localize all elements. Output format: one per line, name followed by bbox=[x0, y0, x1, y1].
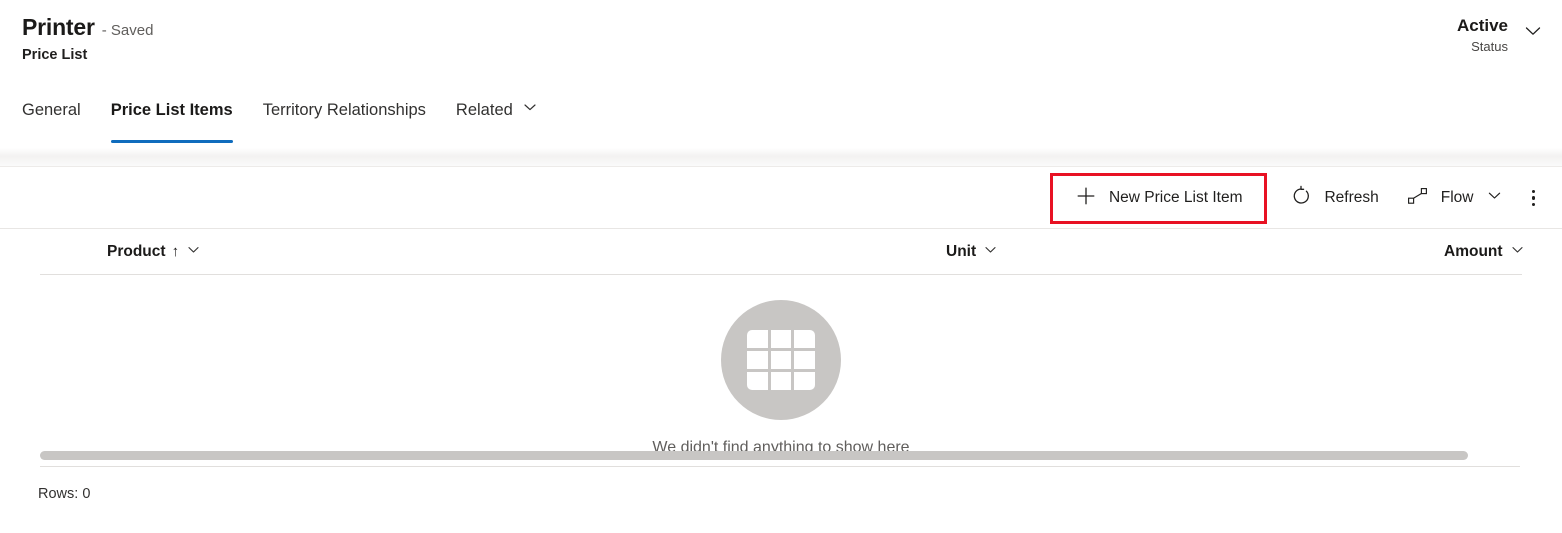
refresh-icon bbox=[1290, 185, 1312, 212]
horizontal-scrollbar[interactable] bbox=[40, 451, 1520, 460]
new-price-list-item-button[interactable]: New Price List Item bbox=[1049, 172, 1268, 224]
price-list-items-grid: Product ↑ Unit Amount We didn't find any… bbox=[0, 229, 1562, 533]
record-title-block: Printer - Saved Price List bbox=[22, 14, 153, 63]
record-entity-subtitle: Price List bbox=[22, 47, 88, 63]
grid-glyph bbox=[747, 330, 815, 390]
table-grid-icon bbox=[721, 300, 841, 420]
flow-icon bbox=[1407, 186, 1429, 211]
grid-empty-state: We didn't find anything to show here bbox=[0, 275, 1562, 457]
column-header-unit[interactable]: Unit bbox=[946, 229, 998, 274]
chevron-down-icon[interactable] bbox=[1510, 242, 1525, 262]
status-label: Status bbox=[1471, 39, 1508, 54]
save-state-label: - Saved bbox=[101, 22, 154, 39]
chevron-down-icon bbox=[1486, 187, 1503, 209]
tab-related[interactable]: Related bbox=[441, 88, 553, 122]
tab-general[interactable]: General bbox=[22, 88, 96, 122]
more-commands-button[interactable] bbox=[1521, 181, 1547, 216]
tab-price-list-items[interactable]: Price List Items bbox=[96, 88, 248, 143]
refresh-button[interactable]: Refresh bbox=[1276, 176, 1392, 221]
tab-territory-relationships[interactable]: Territory Relationships bbox=[248, 88, 441, 122]
tab-label: Price List Items bbox=[110, 101, 233, 119]
header-separator-band bbox=[0, 148, 1562, 167]
record-title-line: Printer - Saved bbox=[22, 14, 153, 41]
grid-bottom-divider bbox=[40, 466, 1520, 467]
record-header: Printer - Saved Price List Active Status bbox=[0, 0, 1562, 88]
column-label: Product bbox=[107, 242, 166, 260]
tab-label: Related bbox=[455, 101, 513, 119]
column-label: Unit bbox=[946, 242, 977, 260]
flow-label: Flow bbox=[1440, 189, 1474, 206]
chevron-down-icon bbox=[522, 98, 538, 122]
scrollbar-thumb[interactable] bbox=[40, 451, 1469, 460]
chevron-down-icon[interactable] bbox=[186, 242, 201, 262]
more-vertical-icon bbox=[1531, 189, 1535, 207]
column-header-amount[interactable]: Amount bbox=[1444, 229, 1525, 274]
plus-icon bbox=[1075, 185, 1097, 212]
refresh-label: Refresh bbox=[1324, 189, 1379, 206]
flow-button[interactable]: Flow bbox=[1393, 177, 1517, 220]
new-price-list-item-label: New Price List Item bbox=[1108, 189, 1243, 206]
column-label: Amount bbox=[1444, 242, 1503, 260]
page-title: Printer bbox=[22, 14, 95, 40]
column-header-product[interactable]: Product ↑ bbox=[107, 229, 201, 274]
command-bar: New Price List Item Refresh Flow bbox=[0, 168, 1562, 229]
tab-label: Territory Relationships bbox=[262, 101, 426, 119]
tab-label: General bbox=[22, 101, 81, 119]
status-text-wrap: Active Status bbox=[1457, 16, 1508, 54]
status-block[interactable]: Active Status bbox=[1457, 16, 1544, 54]
chevron-down-icon[interactable] bbox=[983, 242, 998, 262]
chevron-down-icon[interactable] bbox=[1522, 20, 1544, 47]
rows-count-label: Rows: 0 bbox=[38, 486, 91, 502]
status-value: Active bbox=[1456, 16, 1508, 35]
active-tab-underline bbox=[110, 140, 233, 143]
grid-column-headers: Product ↑ Unit Amount bbox=[40, 229, 1525, 275]
sort-ascending-icon: ↑ bbox=[171, 243, 180, 260]
tab-strip: General Price List Items Territory Relat… bbox=[0, 88, 1562, 148]
